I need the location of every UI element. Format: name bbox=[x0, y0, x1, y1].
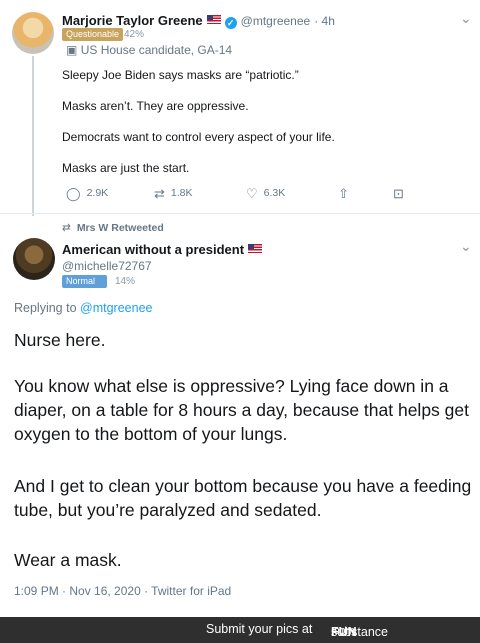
ballot-box-icon: ▣ bbox=[66, 43, 78, 57]
avatar[interactable] bbox=[12, 12, 54, 54]
avatar[interactable] bbox=[13, 238, 55, 280]
tweet-divider bbox=[0, 213, 480, 214]
more-options-icon[interactable]: ⌄ bbox=[460, 238, 472, 255]
footer-brand-com: .com bbox=[331, 625, 355, 637]
tweet-line-3: Democrats want to control every aspect o… bbox=[62, 130, 335, 144]
author-name[interactable]: American without a president bbox=[62, 242, 244, 257]
us-flag-icon bbox=[248, 244, 263, 253]
verified-icon: ✓ bbox=[224, 17, 237, 29]
retweet-banner-text: Mrs W Retweeted bbox=[76, 222, 164, 234]
author-handle[interactable]: @michelle72767 bbox=[62, 259, 152, 273]
reply-button[interactable]: ◯ 2.9K bbox=[66, 186, 108, 202]
reply-count: 2.9K bbox=[86, 187, 109, 199]
tweet-original: Marjorie Taylor Greene ✓ @mtgreenee · 4h ⌄ … bbox=[0, 0, 480, 216]
thread-connector bbox=[32, 56, 34, 216]
replying-to-handle[interactable]: @mtgreenee bbox=[80, 301, 152, 315]
share-icon: ⇧ bbox=[338, 186, 349, 201]
heart-icon: ♡ bbox=[246, 186, 258, 201]
author-handle[interactable]: @mtgreenee bbox=[241, 14, 311, 28]
replying-to: Replying to @mtgreenee bbox=[14, 301, 152, 315]
tweet-line-2: Masks aren’t. They are oppressive. bbox=[62, 99, 249, 113]
reply-icon: ◯ bbox=[66, 186, 81, 201]
like-count: 6.3K bbox=[263, 187, 286, 199]
author-name[interactable]: Marjorie Taylor Greene bbox=[62, 13, 203, 28]
tweet-time[interactable]: · 4h bbox=[314, 14, 335, 28]
tweet-paragraph: You know what else is oppressive? Lying … bbox=[14, 376, 469, 444]
author-name-row[interactable]: Marjorie Taylor Greene ✓ @mtgreenee · 4h bbox=[62, 13, 335, 29]
like-button[interactable]: ♡ 6.3K bbox=[246, 186, 285, 202]
retweet-button[interactable]: ⇄ 1.8K bbox=[154, 186, 193, 202]
retweet-icon: ⇄ bbox=[154, 186, 165, 201]
retweet-count: 1.8K bbox=[170, 187, 193, 199]
author-name-row[interactable]: American without a president bbox=[62, 242, 263, 257]
retweet-banner[interactable]: ⇄ Mrs W Retweeted bbox=[62, 222, 164, 234]
retweet-icon: ⇄ bbox=[62, 222, 71, 234]
more-options-icon[interactable]: ⌄ bbox=[460, 10, 472, 27]
replying-to-prefix: Replying to bbox=[14, 301, 77, 315]
credibility-badge: Questionable bbox=[62, 28, 124, 41]
candidate-label-row: ▣ US House candidate, GA-14 bbox=[66, 43, 232, 57]
credibility-badge: Normal bbox=[62, 275, 108, 288]
us-flag-icon bbox=[206, 15, 221, 24]
share-button[interactable]: ⇧ bbox=[338, 186, 355, 202]
tweet-line-1: Sleepy Joe Biden says masks are “patriot… bbox=[62, 68, 299, 82]
tweet-paragraph: Wear a mask. bbox=[14, 550, 122, 570]
tweet-paragraph: And I get to clean your bottom because y… bbox=[14, 476, 472, 520]
tweet-line-4: Masks are just the start. bbox=[62, 161, 190, 175]
tweet-timestamp[interactable]: 1:09 PM · Nov 16, 2020 · Twitter for iPa… bbox=[14, 584, 231, 598]
credibility-percent: 42% bbox=[124, 29, 145, 40]
watermark-footer: Submit your pics at FUN substance .com bbox=[0, 617, 480, 643]
footer-submit-text: Submit your pics at bbox=[206, 622, 313, 636]
credibility-percent: 14% bbox=[115, 276, 136, 287]
tweet-paragraph: Nurse here. bbox=[14, 330, 106, 350]
bot-icon: ⊡ bbox=[393, 186, 404, 201]
bot-button[interactable]: ⊡ bbox=[393, 186, 410, 202]
candidate-label: US House candidate, GA-14 bbox=[80, 43, 233, 57]
